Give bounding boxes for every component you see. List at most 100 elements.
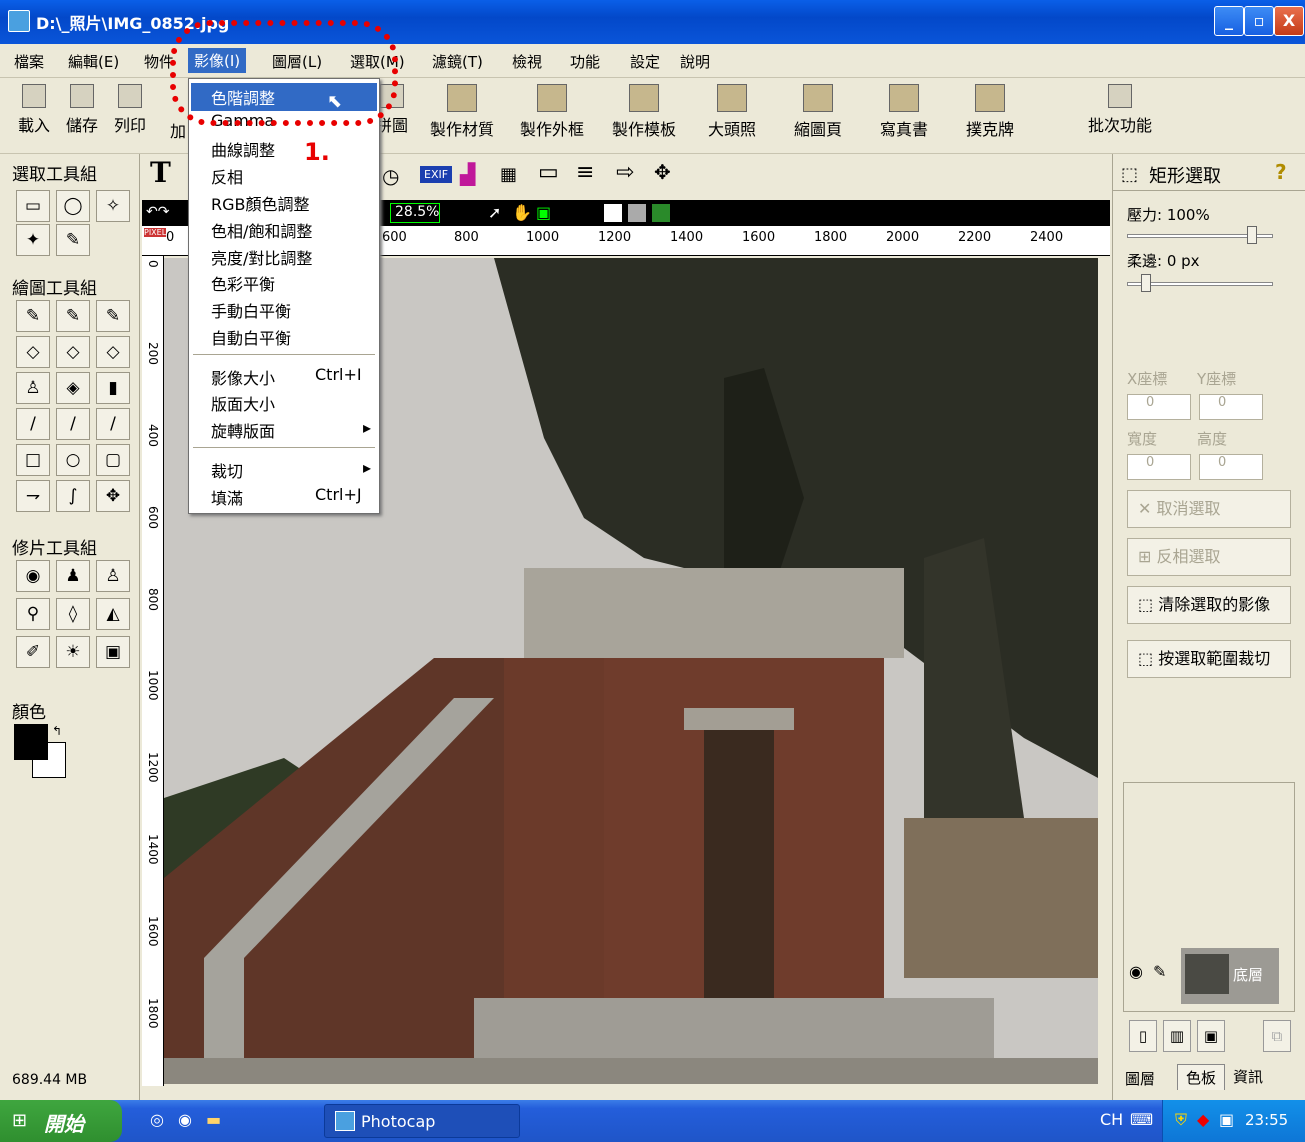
move-tool[interactable]: ✥ xyxy=(96,480,130,512)
line-tool[interactable]: ⇁ xyxy=(16,480,50,512)
y-coord-field[interactable]: 0 xyxy=(1199,394,1263,420)
clock-icon[interactable]: ◷ xyxy=(382,164,399,188)
tab-swatches[interactable]: 色板 xyxy=(1177,1064,1226,1090)
taskbar-app-button[interactable]: Photocap xyxy=(324,1104,520,1138)
screen-tool[interactable]: ▣ xyxy=(96,636,130,668)
triangle-tool[interactable]: ◭ xyxy=(96,598,130,630)
menu-item-manual-wb[interactable]: 手動白平衡 xyxy=(211,298,291,322)
load-button[interactable]: 載入 xyxy=(18,84,50,136)
rect-select-tool[interactable]: ▭ xyxy=(16,190,50,222)
menu-file[interactable]: 檔案 xyxy=(14,51,44,72)
light-tool[interactable]: ☀ xyxy=(56,636,90,668)
trash-icon[interactable]: ▥ xyxy=(1163,1020,1191,1052)
stamp-tool[interactable]: ♙ xyxy=(16,372,50,404)
green-swatch[interactable] xyxy=(652,204,670,222)
menu-item-invert[interactable]: 反相 xyxy=(211,164,243,188)
crop-to-selection-button[interactable]: ⬚ 按選取範圍裁切 xyxy=(1127,640,1291,678)
width-field[interactable]: 0 xyxy=(1127,454,1191,480)
brush-tool[interactable]: ✎ xyxy=(16,300,50,332)
menu-item-rotate-canvas[interactable]: 旋轉版面 ▸ xyxy=(211,418,381,442)
frame-button[interactable]: 製作外框 xyxy=(520,84,584,140)
duplicate-icon[interactable]: ⧉ xyxy=(1263,1020,1291,1052)
menu-item-fill[interactable]: 填滿 Ctrl+J xyxy=(211,485,381,509)
close-button[interactable]: X xyxy=(1274,6,1304,36)
maximize-button[interactable]: ▫ xyxy=(1244,6,1274,36)
blur-tool[interactable]: ◊ xyxy=(56,598,90,630)
lasso-tool[interactable]: ✧ xyxy=(96,190,130,222)
id-photo-button[interactable]: 大頭照 xyxy=(708,84,756,140)
template-button[interactable]: 製作模板 xyxy=(612,84,676,140)
menu-item-rgb[interactable]: RGB顏色調整 xyxy=(211,191,310,215)
eyedropper-tool[interactable]: / xyxy=(96,408,130,440)
photobook-button[interactable]: 寫真書 xyxy=(880,84,928,140)
text-tool[interactable]: T xyxy=(150,156,171,189)
exif-button[interactable]: EXIF xyxy=(420,166,453,183)
menu-filter[interactable]: 濾鏡(T) xyxy=(432,51,483,72)
sharpen-tool[interactable]: ♙ xyxy=(96,560,130,592)
menu-item-color-balance[interactable]: 色彩平衡 xyxy=(211,271,275,295)
network-icon[interactable]: ▣ xyxy=(1219,1110,1234,1129)
height-field[interactable]: 0 xyxy=(1199,454,1263,480)
save-button[interactable]: 儲存 xyxy=(66,84,98,136)
ellipse-tool[interactable]: ○ xyxy=(56,444,90,476)
quicklaunch-browser-icon[interactable]: ◉ xyxy=(178,1110,192,1129)
menu-edit[interactable]: 編輯(E) xyxy=(68,51,119,72)
pen-tool[interactable]: / xyxy=(56,408,90,440)
eye-icon[interactable]: ◉ xyxy=(1129,962,1143,981)
fit-icon[interactable]: ▣ xyxy=(536,203,551,222)
clone-tool[interactable]: ♟ xyxy=(56,560,90,592)
menu-item-hue-saturation[interactable]: 色相/飽和調整 xyxy=(211,218,312,242)
invert-selection-button[interactable]: ⊞ 反相選取 xyxy=(1127,538,1291,576)
foreground-color-swatch[interactable] xyxy=(14,724,48,760)
texture-button[interactable]: 製作材質 xyxy=(430,84,494,140)
quicklaunch-folder-icon[interactable]: ▬ xyxy=(206,1110,221,1129)
brush-select-tool[interactable]: ✎ xyxy=(56,224,90,256)
undo-icon[interactable]: ↶↷ xyxy=(146,204,169,220)
x-coord-field[interactable]: 0 xyxy=(1127,394,1191,420)
new-layer-icon[interactable]: ▯ xyxy=(1129,1020,1157,1052)
cancel-selection-button[interactable]: ✕ 取消選取 xyxy=(1127,490,1291,528)
hand-icon[interactable]: ✋ xyxy=(512,203,532,222)
pressure-thumb[interactable] xyxy=(1247,226,1257,244)
print-button[interactable]: 列印 xyxy=(114,84,146,136)
speech-bubble-icon[interactable]: ▭ xyxy=(538,160,559,185)
swap-colors-icon[interactable]: ↰ xyxy=(52,724,62,738)
pointer-icon[interactable]: ➚ xyxy=(488,203,501,222)
red-eye-tool[interactable]: ◉ xyxy=(16,560,50,592)
menu-item-canvas-size[interactable]: 版面大小 xyxy=(211,391,275,415)
effect-brush-tool[interactable]: ✎ xyxy=(96,300,130,332)
smudge-tool[interactable]: ⚲ xyxy=(16,598,50,630)
rounded-rect-tool[interactable]: ▢ xyxy=(96,444,130,476)
tab-info[interactable]: 資訊 xyxy=(1233,1066,1263,1087)
add-button[interactable]: 加 xyxy=(170,118,186,142)
feather-thumb[interactable] xyxy=(1141,274,1151,292)
menu-item-auto-wb[interactable]: 自動白平衡 xyxy=(211,325,291,349)
gray-swatch[interactable] xyxy=(628,204,646,222)
rectangle-tool[interactable]: □ xyxy=(16,444,50,476)
help-icon[interactable]: ? xyxy=(1275,160,1287,184)
eraser-tool[interactable]: ◇ xyxy=(16,336,50,368)
spray-tool[interactable]: ✎ xyxy=(56,300,90,332)
arrow-icon[interactable]: ⇨ xyxy=(616,160,634,185)
magic-wand-tool[interactable]: ✦ xyxy=(16,224,50,256)
shield-icon[interactable]: ⛨ xyxy=(1175,1110,1187,1130)
tab-layers[interactable]: 圖層 xyxy=(1125,1068,1155,1089)
menu-settings[interactable]: 設定 xyxy=(630,51,660,72)
eraser3-tool[interactable]: ◇ xyxy=(96,336,130,368)
merge-icon[interactable]: ▣ xyxy=(1197,1020,1225,1052)
cake-icon[interactable]: ▟ xyxy=(460,162,475,186)
fill-tool[interactable]: ◈ xyxy=(56,372,90,404)
menu-view[interactable]: 檢視 xyxy=(512,51,542,72)
menu-function[interactable]: 功能 xyxy=(570,51,600,72)
pattern-tool[interactable]: ▮ xyxy=(96,372,130,404)
batch-button[interactable]: 批次功能 xyxy=(1088,84,1152,136)
menu-item-curves[interactable]: 曲線調整 xyxy=(211,137,275,161)
pencil-tool[interactable]: / xyxy=(16,408,50,440)
menu-item-crop[interactable]: 裁切 ▸ xyxy=(211,458,381,482)
menu-item-brightness-contrast[interactable]: 亮度/對比調整 xyxy=(211,245,312,269)
keyboard-icon[interactable]: ⌨ xyxy=(1130,1110,1153,1129)
calendar-icon[interactable]: ▦ xyxy=(500,164,517,185)
poker-button[interactable]: 撲克牌 xyxy=(966,84,1014,140)
eraser2-tool[interactable]: ◇ xyxy=(56,336,90,368)
lines-icon[interactable]: ≡ xyxy=(576,160,594,185)
